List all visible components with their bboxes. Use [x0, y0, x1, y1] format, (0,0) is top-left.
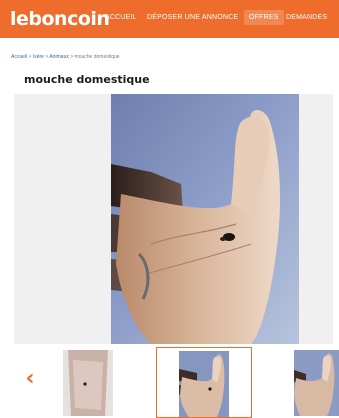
thumbnail-2[interactable] [156, 347, 252, 418]
thumbnail-1[interactable] [63, 350, 113, 416]
page-title: mouche domestique [24, 73, 150, 86]
nav-accueil[interactable]: ACCUEIL [105, 14, 137, 21]
chevron-left-icon[interactable]: ‹ [22, 368, 38, 390]
nav-offres[interactable]: OFFRES [244, 10, 284, 25]
thumbnail-1-image [63, 350, 113, 416]
breadcrumb-item-isere[interactable]: Isère [33, 54, 44, 60]
thumbnail-2-image [179, 351, 229, 417]
thumbnail-3-image [294, 350, 339, 416]
breadcrumb-current: mouche domestique [74, 54, 120, 60]
breadcrumb-item-accueil[interactable]: Accueil [11, 54, 27, 60]
photo-viewer [14, 94, 333, 344]
main-photo-image [111, 94, 299, 344]
listing-page: leboncoin ACCUEIL DÉPOSER UNE ANNONCE OF… [0, 0, 339, 418]
breadcrumb: Accueil > Isère > Animaux > mouche domes… [11, 54, 120, 60]
leboncoin-logo[interactable]: leboncoin [10, 8, 110, 30]
nav-demandes[interactable]: DEMANDES [286, 14, 327, 21]
nav-deposer-annonce[interactable]: DÉPOSER UNE ANNONCE [147, 14, 238, 21]
main-photo[interactable] [111, 94, 299, 344]
thumbnail-3[interactable] [294, 350, 339, 416]
breadcrumb-item-animaux[interactable]: Animaux [49, 54, 68, 60]
header-bar: leboncoin ACCUEIL DÉPOSER UNE ANNONCE OF… [0, 0, 339, 38]
